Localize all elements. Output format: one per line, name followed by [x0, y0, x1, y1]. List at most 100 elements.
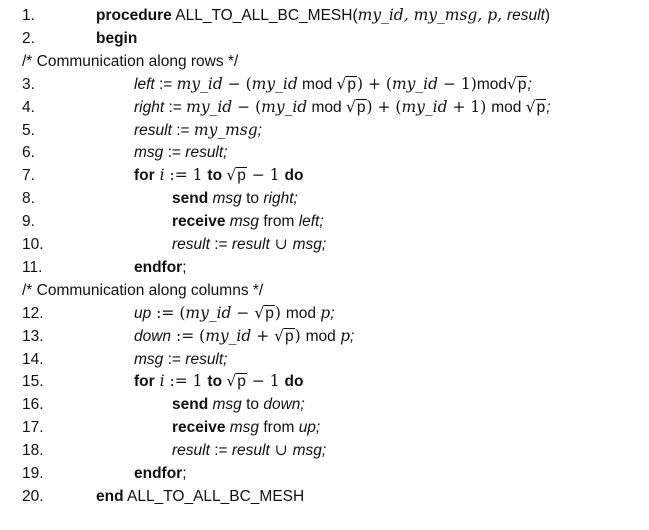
variable-segment: ; — [546, 98, 551, 116]
math-segment: p — [320, 303, 331, 322]
keyword: to — [207, 167, 223, 185]
math-segment: ) — [274, 303, 286, 322]
math-segment: my_msg — [193, 120, 258, 139]
variable-segment: ; — [350, 327, 355, 345]
line-number: 8. — [22, 190, 35, 208]
math-segment: p — [284, 327, 295, 345]
math-segment: my_id — [391, 74, 439, 93]
text-segment: := — [209, 442, 232, 460]
variable-segment: msg; — [292, 442, 327, 460]
variable-segment: msg — [134, 144, 164, 162]
variable-segment: msg — [134, 350, 164, 368]
math-segment: ∪ — [269, 235, 293, 253]
variable-segment: ; — [527, 75, 532, 93]
code-text: receive msg from up; — [172, 416, 320, 439]
text-segment: := — [209, 236, 232, 253]
code-text: result := result ∪ msg; — [172, 233, 326, 256]
math-segment: p — [535, 98, 547, 116]
math-segment: √ — [226, 372, 237, 391]
math-segment: √ — [336, 74, 347, 93]
math-segment: my_id, my_msg, p, — [357, 6, 507, 24]
variable-segment: down; — [263, 396, 305, 414]
math-segment: i — [154, 166, 165, 185]
comment-text: /* Communication along columns */ — [22, 281, 264, 299]
line-number: 11. — [22, 258, 43, 276]
code-text: procedure ALL_TO_ALL_BC_MESH(my_id, my_m… — [96, 4, 550, 27]
variable-segment: msg — [229, 213, 260, 231]
line-number: 12. — [22, 304, 44, 322]
variable-segment: result — [231, 442, 270, 460]
code-text: left := my_id − (my_id mod √p) + (my_id … — [134, 73, 532, 96]
math-segment: √ — [274, 326, 285, 345]
code-text: right := my_id − (my_id mod √p) + (my_id… — [134, 96, 551, 119]
code-text: msg := result; — [134, 348, 228, 371]
variable-segment: result — [185, 144, 224, 162]
math-segment: √ — [525, 97, 536, 116]
text-segment: := — [171, 121, 194, 139]
math-segment: − — [231, 303, 255, 322]
line-number: 6. — [22, 144, 35, 162]
code-text: down := (my_id + √p) mod p; — [134, 325, 354, 348]
line-number: 9. — [22, 213, 35, 231]
math-segment: p — [236, 373, 247, 391]
math-segment: p — [516, 75, 528, 93]
text-segment: to — [241, 396, 264, 414]
text-segment: mod — [307, 98, 346, 116]
variable-segment: msg; — [292, 236, 327, 253]
keyword: send — [172, 396, 209, 414]
math-segment: my_id — [251, 74, 298, 93]
variable-segment: up — [134, 304, 152, 322]
keyword: for — [134, 373, 155, 391]
keyword: endfor — [134, 465, 183, 482]
math-segment: + 1) — [447, 97, 492, 116]
keyword: receive — [172, 419, 226, 437]
variable-segment: result — [506, 7, 545, 24]
variable-segment: result — [231, 236, 270, 253]
variable-segment: left; — [298, 213, 324, 231]
line-number: 16. — [22, 396, 44, 414]
keyword: end — [96, 487, 124, 505]
math-segment: my_id — [205, 326, 252, 345]
variable-segment: left — [134, 75, 155, 93]
comment-text: /* Communication along rows */ — [22, 52, 239, 70]
math-segment: √ — [506, 74, 517, 93]
variable-segment: msg — [212, 396, 242, 414]
variable-segment: right — [134, 98, 165, 116]
pseudocode-listing: 1. procedure ALL_TO_ALL_BC_MESH(my_id, my… — [0, 0, 649, 530]
math-segment: ∪ — [269, 441, 293, 460]
line-number: 3. — [22, 75, 35, 93]
variable-segment: up; — [298, 419, 321, 437]
variable-segment: result — [172, 236, 210, 253]
math-segment: my_id — [186, 97, 233, 116]
variable-segment: result — [134, 121, 172, 139]
text-segment: := — [163, 350, 186, 368]
line-number: 20. — [22, 487, 44, 505]
code-text: result := my_msg; — [134, 119, 262, 142]
code-text: result := result ∪ msg; — [172, 439, 326, 462]
math-segment: p — [340, 326, 351, 345]
text-segment: ) — [544, 7, 551, 24]
text-segment: mod — [305, 327, 341, 345]
line-number: 10. — [22, 236, 44, 253]
keyword: do — [284, 373, 304, 391]
line-number: 14. — [22, 350, 44, 368]
math-segment: my_id — [176, 74, 223, 93]
keyword: begin — [96, 29, 138, 47]
code-text: send msg to down; — [172, 393, 305, 416]
math-segment: := 1 — [164, 166, 208, 185]
line-number: 19. — [22, 465, 44, 482]
math-segment: := 1 — [164, 372, 208, 391]
keyword: send — [172, 190, 209, 208]
variable-segment: ; — [257, 121, 262, 139]
text-segment: mod — [476, 75, 507, 93]
math-segment: √ — [226, 166, 237, 185]
keyword: to — [207, 373, 223, 391]
line-number: 2. — [22, 29, 35, 47]
math-segment: i — [154, 372, 165, 391]
text-segment: ; — [182, 465, 187, 482]
text-segment: := — [164, 98, 187, 116]
text-segment: mod — [285, 304, 321, 322]
variable-segment: msg — [229, 419, 260, 437]
keyword: for — [134, 167, 155, 185]
text-segment: ; — [182, 258, 187, 276]
